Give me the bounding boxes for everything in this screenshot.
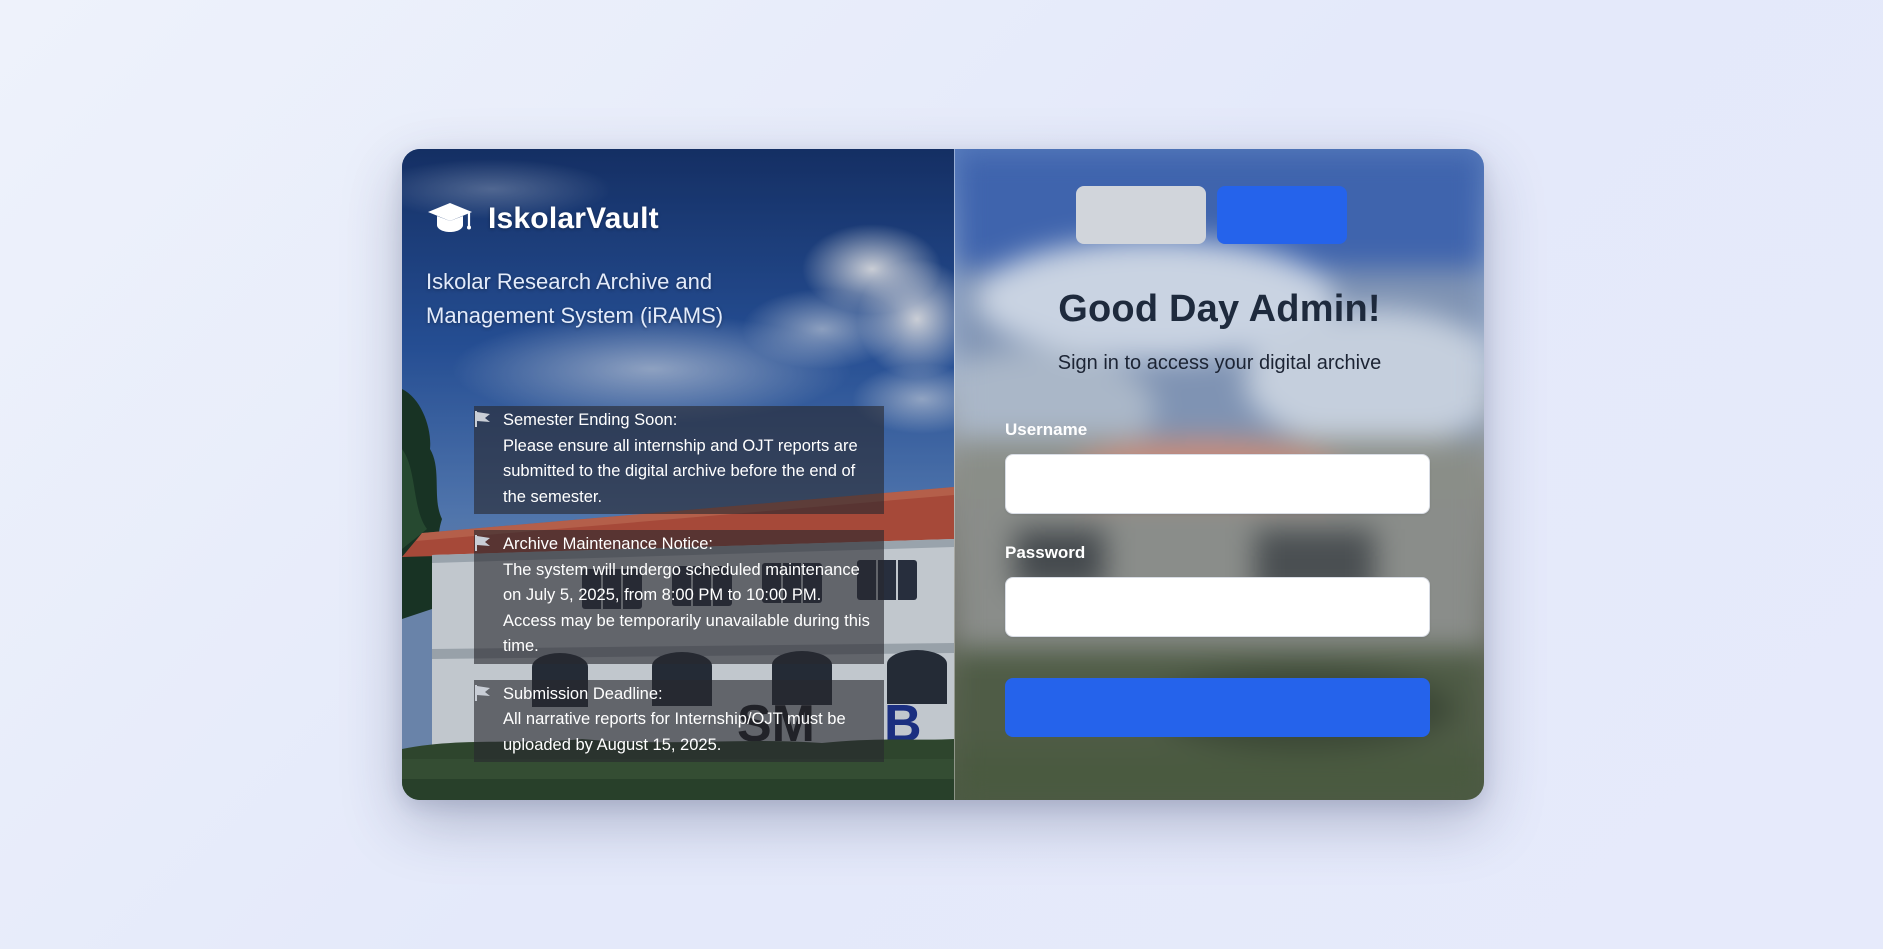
- system-tagline: Iskolar Research Archive and Management …: [426, 269, 724, 328]
- announcement-body: Please ensure all internship and OJT rep…: [503, 436, 858, 506]
- page-subtitle: Sign in to access your digital archive: [1057, 352, 1382, 374]
- announcement-body: All narrative reports for Internship/OJT…: [503, 710, 846, 754]
- info-panel: SM B IskolarVault Iskolar Research Archi…: [402, 149, 954, 800]
- tab-inactive-role[interactable]: [1076, 186, 1206, 244]
- announcement-item: Semester Ending Soon: Please ensure all …: [474, 406, 884, 514]
- graduation-cap-icon: [428, 203, 472, 232]
- page-title: Good Day Admin!: [1058, 288, 1381, 330]
- login-card: SM B IskolarVault Iskolar Research Archi…: [402, 149, 1484, 800]
- login-panel: Good Day Admin! Sign in to access your d…: [954, 149, 1484, 800]
- flag-icon: [475, 535, 490, 551]
- sign-in-button[interactable]: [1005, 678, 1430, 737]
- announcement-title: Semester Ending Soon:: [503, 411, 678, 429]
- announcement-list: Semester Ending Soon: Please ensure all …: [474, 406, 884, 762]
- login-role-tabs: [1076, 186, 1347, 244]
- announcement-item: Archive Maintenance Notice: The system w…: [474, 530, 884, 664]
- flag-icon: [475, 684, 490, 701]
- announcement-body: The system will undergo scheduled mainte…: [503, 560, 870, 656]
- brand-name: IskolarVault: [488, 202, 659, 235]
- tab-active-role[interactable]: [1217, 186, 1347, 244]
- password-label: Password: [1005, 543, 1086, 562]
- password-input[interactable]: [1005, 577, 1430, 637]
- brand-header: IskolarVault: [426, 199, 659, 239]
- announcement-title: Archive Maintenance Notice:: [503, 535, 714, 553]
- username-label: Username: [1005, 420, 1088, 439]
- flag-icon: [475, 411, 490, 427]
- announcement-title: Submission Deadline:: [503, 684, 663, 703]
- announcement-item: Submission Deadline: All narrative repor…: [474, 679, 884, 762]
- username-input[interactable]: [1005, 454, 1430, 514]
